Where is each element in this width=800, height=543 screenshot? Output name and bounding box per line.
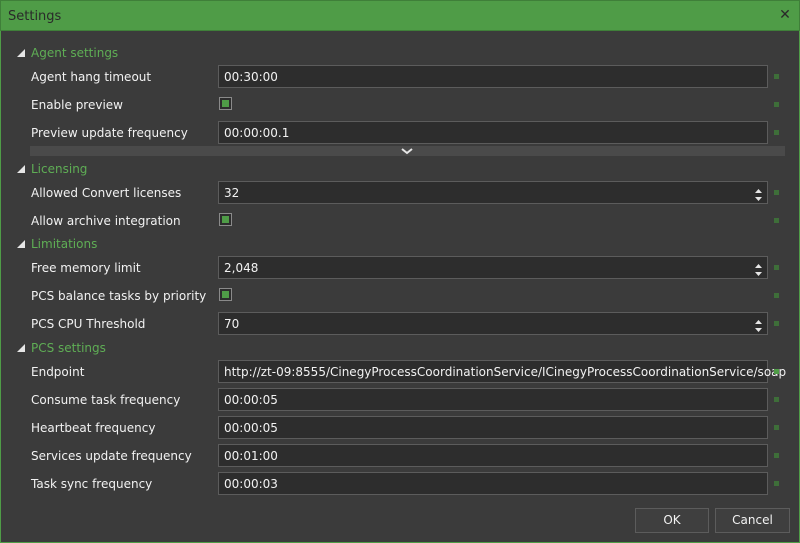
decrement-arrow-icon[interactable] (754, 267, 763, 276)
task-sync-frequency-label: Task sync frequency (31, 477, 153, 491)
free-memory-limit-stepper[interactable]: 2,048 (218, 256, 768, 279)
agent-hang-timeout-label: Agent hang timeout (31, 70, 152, 84)
spinner (754, 184, 763, 201)
window-title: Settings (8, 9, 62, 24)
increment-arrow-icon[interactable] (754, 259, 763, 268)
services-update-frequency-input[interactable]: 00:01:00 (218, 444, 768, 467)
endpoint-input[interactable]: http://zt-09:8555/CinegyProcessCoordinat… (218, 360, 786, 383)
status-indicator-icon (774, 369, 779, 374)
agent-hang-timeout-input[interactable]: 00:30:00 (218, 65, 768, 88)
collapse-triangle-icon[interactable] (17, 240, 25, 248)
section-agent-settings[interactable]: Agent settings (17, 45, 118, 61)
section-limitations[interactable]: Limitations (17, 236, 97, 252)
section-label: Licensing (31, 162, 88, 176)
status-indicator-icon (774, 293, 779, 298)
status-indicator-icon (774, 425, 779, 430)
allowed-convert-licenses-label: Allowed Convert licenses (31, 186, 182, 200)
allowed-convert-licenses-stepper[interactable]: 32 (218, 181, 768, 204)
status-indicator-icon (774, 397, 779, 402)
status-indicator-icon (774, 481, 779, 486)
consume-task-frequency-input[interactable]: 00:00:05 (218, 388, 768, 411)
spinner (754, 259, 763, 276)
pcs-cpu-threshold-label: PCS CPU Threshold (31, 317, 146, 331)
preview-update-frequency-input[interactable]: 00:00:00.1 (218, 121, 768, 144)
enable-preview-label: Enable preview (31, 98, 123, 112)
section-licensing[interactable]: Licensing (17, 161, 87, 177)
status-indicator-icon (774, 130, 779, 135)
checkbox-check-icon (222, 100, 229, 107)
status-indicator-icon (774, 74, 779, 79)
heartbeat-frequency-label: Heartbeat frequency (31, 421, 156, 435)
status-indicator-icon (774, 321, 779, 326)
section-label: Limitations (31, 237, 98, 251)
increment-arrow-icon[interactable] (754, 315, 763, 324)
allow-archive-integration-checkbox[interactable] (219, 213, 232, 226)
title-bar: Settings ✕ (0, 0, 800, 31)
cancel-button[interactable]: Cancel (715, 508, 790, 533)
section-pcs-settings[interactable]: PCS settings (17, 340, 106, 356)
status-indicator-icon (774, 453, 779, 458)
free-memory-limit-label: Free memory limit (31, 261, 141, 275)
enable-preview-checkbox[interactable] (219, 97, 232, 110)
collapse-triangle-icon[interactable] (17, 165, 25, 173)
pcs-balance-tasks-label: PCS balance tasks by priority (31, 289, 207, 303)
spinner (754, 315, 763, 332)
collapse-triangle-icon[interactable] (17, 49, 25, 57)
checkbox-check-icon (222, 291, 229, 298)
services-update-frequency-label: Services update frequency (31, 449, 192, 463)
consume-task-frequency-label: Consume task frequency (31, 393, 181, 407)
chevron-down-icon[interactable] (400, 145, 414, 155)
endpoint-label: Endpoint (31, 365, 85, 379)
advanced-expander[interactable] (30, 146, 785, 156)
heartbeat-frequency-input[interactable]: 00:00:05 (218, 416, 768, 439)
section-label: Agent settings (31, 46, 119, 60)
status-indicator-icon (774, 265, 779, 270)
checkbox-check-icon (222, 216, 229, 223)
pcs-balance-tasks-checkbox[interactable] (219, 288, 232, 301)
decrement-arrow-icon[interactable] (754, 323, 763, 332)
task-sync-frequency-input[interactable]: 00:00:03 (218, 472, 768, 495)
status-indicator-icon (774, 102, 779, 107)
preview-update-frequency-label: Preview update frequency (31, 126, 188, 140)
status-indicator-icon (774, 190, 779, 195)
status-indicator-icon (774, 218, 779, 223)
pcs-cpu-threshold-stepper[interactable]: 70 (218, 312, 768, 335)
close-icon[interactable]: ✕ (777, 7, 793, 23)
ok-button[interactable]: OK (635, 508, 709, 533)
increment-arrow-icon[interactable] (754, 184, 763, 193)
decrement-arrow-icon[interactable] (754, 192, 763, 201)
section-label: PCS settings (31, 341, 106, 355)
allow-archive-integration-label: Allow archive integration (31, 214, 181, 228)
collapse-triangle-icon[interactable] (17, 344, 25, 352)
